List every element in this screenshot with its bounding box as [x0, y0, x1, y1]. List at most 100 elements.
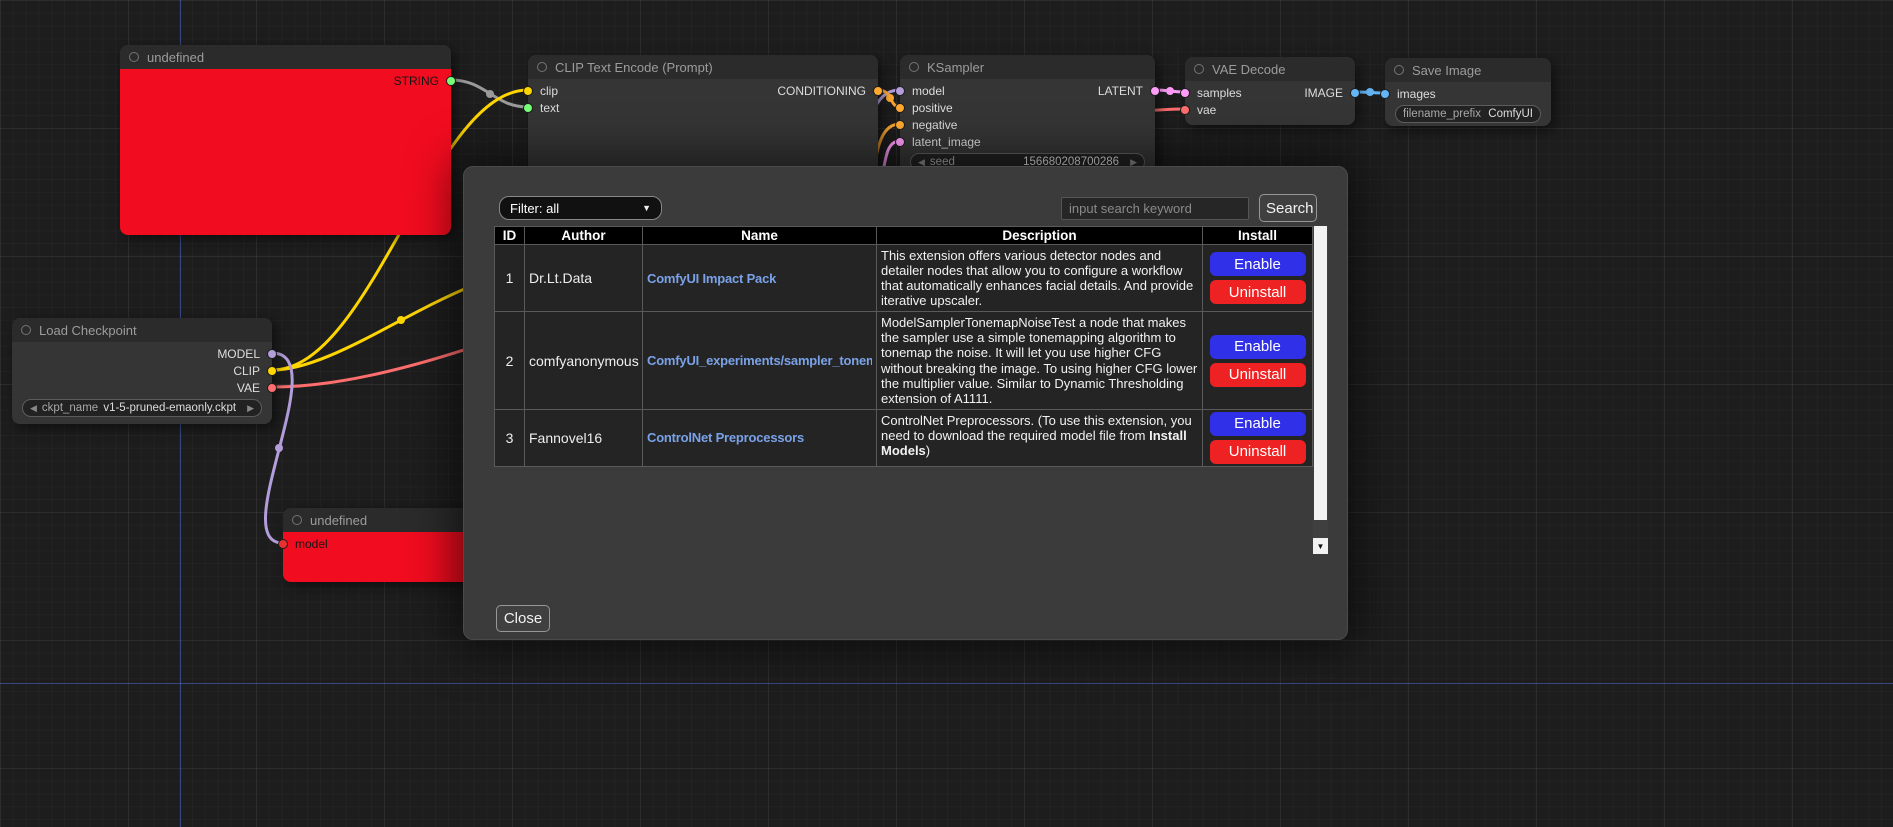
header-author: Author: [525, 227, 643, 245]
output-port-conditioning[interactable]: [873, 86, 883, 96]
node-title: CLIP Text Encode (Prompt): [555, 60, 713, 75]
prev-arrow-icon[interactable]: ◀: [30, 404, 37, 413]
link-midpoint-dot: [1366, 88, 1374, 96]
extension-link[interactable]: ComfyUI Impact Pack: [647, 271, 872, 286]
input-port-model[interactable]: [278, 539, 288, 549]
output-port-vae[interactable]: [267, 383, 277, 393]
filter-select-value: Filter: all: [510, 201, 559, 216]
node-title-bar[interactable]: CLIP Text Encode (Prompt): [528, 55, 878, 79]
ckpt-name-widget[interactable]: ◀ ckpt_name v1-5-pruned-emaonly.ckpt ▶: [22, 399, 262, 417]
description-text: ControlNet Preprocessors. (To use this e…: [881, 413, 1192, 443]
collapse-dot-icon[interactable]: [292, 515, 302, 525]
filename-prefix-label: filename_prefix: [1403, 108, 1481, 120]
node-body: images filename_prefix ComfyUI: [1385, 82, 1551, 126]
uninstall-button[interactable]: Uninstall: [1210, 280, 1306, 304]
node-title-bar[interactable]: VAE Decode: [1185, 57, 1355, 81]
cell-install: Enable Uninstall: [1203, 312, 1313, 409]
extension-link[interactable]: ComfyUI_experiments/sampler_tonemap: [647, 353, 872, 368]
cell-id: 1: [495, 245, 525, 312]
collapse-dot-icon[interactable]: [21, 325, 31, 335]
node-load-checkpoint[interactable]: Load Checkpoint MODEL CLIP VAE ◀ ckpt_na…: [12, 318, 272, 424]
cell-name: ComfyUI_experiments/sampler_tonemap: [643, 312, 877, 409]
description-suffix-text: ): [926, 443, 930, 458]
scroll-down-button[interactable]: ▼: [1313, 538, 1328, 554]
custom-nodes-table: ID Author Name Description Install 1 Dr.…: [494, 226, 1313, 467]
next-arrow-icon[interactable]: ▶: [247, 404, 254, 413]
output-label-image: IMAGE: [1304, 86, 1343, 100]
table-row: 3 Fannovel16 ControlNet Preprocessors Co…: [495, 409, 1313, 466]
enable-button[interactable]: Enable: [1210, 335, 1306, 359]
search-button[interactable]: Search: [1259, 194, 1317, 222]
enable-button[interactable]: Enable: [1210, 412, 1306, 436]
output-label-conditioning: CONDITIONING: [777, 84, 866, 98]
collapse-dot-icon[interactable]: [537, 62, 547, 72]
node-body: model: [283, 532, 479, 582]
input-port-text[interactable]: [523, 103, 533, 113]
node-title-bar[interactable]: KSampler: [900, 55, 1155, 79]
cell-description: ControlNet Preprocessors. (To use this e…: [877, 409, 1203, 466]
node-title: KSampler: [927, 60, 984, 75]
input-label-images: images: [1397, 87, 1436, 101]
cell-name: ComfyUI Impact Pack: [643, 245, 877, 312]
input-port-positive[interactable]: [895, 103, 905, 113]
input-label-samples: samples: [1197, 86, 1242, 100]
node-body: samples IMAGE vae: [1185, 81, 1355, 125]
input-port-images[interactable]: [1380, 89, 1390, 99]
output-port-latent[interactable]: [1150, 86, 1160, 96]
filename-prefix-widget[interactable]: filename_prefix ComfyUI: [1395, 105, 1541, 123]
node-save-image[interactable]: Save Image images filename_prefix ComfyU…: [1385, 58, 1551, 126]
uninstall-button[interactable]: Uninstall: [1210, 440, 1306, 464]
extension-link[interactable]: ControlNet Preprocessors: [647, 430, 872, 445]
scroll-down-icon: ▼: [1317, 542, 1325, 551]
enable-button[interactable]: Enable: [1210, 252, 1306, 276]
cell-description: ModelSamplerTonemapNoiseTest a node that…: [877, 312, 1203, 409]
input-port-vae[interactable]: [1180, 105, 1190, 115]
output-port-string[interactable]: [446, 76, 456, 86]
scrollbar-thumb[interactable]: [1314, 226, 1327, 520]
node-title-bar[interactable]: Load Checkpoint: [12, 318, 272, 342]
output-port-clip[interactable]: [267, 366, 277, 376]
chevron-down-icon: ▼: [642, 203, 651, 213]
link-midpoint-dot: [1166, 87, 1174, 95]
output-port-model[interactable]: [267, 349, 277, 359]
link-midpoint-dot: [397, 316, 405, 324]
cell-name: ControlNet Preprocessors: [643, 409, 877, 466]
cell-id: 2: [495, 312, 525, 409]
collapse-dot-icon[interactable]: [909, 62, 919, 72]
close-button[interactable]: Close: [496, 605, 550, 632]
input-port-negative[interactable]: [895, 120, 905, 130]
search-input[interactable]: [1061, 197, 1249, 220]
input-label-latent-image: latent_image: [912, 135, 981, 149]
node-vae-decode[interactable]: VAE Decode samples IMAGE vae: [1185, 57, 1355, 125]
collapse-dot-icon[interactable]: [1194, 64, 1204, 74]
input-port-model[interactable]: [895, 86, 905, 96]
node-title: Load Checkpoint: [39, 323, 137, 338]
header-id: ID: [495, 227, 525, 245]
filename-prefix-value[interactable]: ComfyUI: [1488, 108, 1533, 120]
input-label-clip: clip: [540, 84, 558, 98]
filter-select[interactable]: Filter: all ▼: [499, 196, 662, 220]
cell-author: Dr.Lt.Data: [525, 245, 643, 312]
input-label-positive: positive: [912, 101, 953, 115]
input-port-latent-image[interactable]: [895, 137, 905, 147]
input-label-negative: negative: [912, 118, 957, 132]
node-undefined-top[interactable]: undefined STRING: [120, 45, 451, 235]
output-label-clip: CLIP: [233, 364, 260, 378]
input-port-clip[interactable]: [523, 86, 533, 96]
node-title: undefined: [147, 50, 204, 65]
scrollbar[interactable]: ▼: [1313, 226, 1328, 554]
node-title-bar[interactable]: Save Image: [1385, 58, 1551, 82]
input-label-model: model: [295, 537, 328, 551]
cell-description: This extension offers various detector n…: [877, 245, 1203, 312]
ckpt-name-value[interactable]: v1-5-pruned-emaonly.ckpt: [103, 402, 236, 414]
uninstall-button[interactable]: Uninstall: [1210, 363, 1306, 387]
node-undefined-bottom[interactable]: undefined model: [283, 508, 479, 582]
node-body: STRING: [120, 69, 451, 235]
output-port-image[interactable]: [1350, 88, 1360, 98]
collapse-dot-icon[interactable]: [129, 52, 139, 62]
node-title-bar[interactable]: undefined: [120, 45, 451, 69]
node-title-bar[interactable]: undefined: [283, 508, 479, 532]
ckpt-name-label: ckpt_name: [42, 402, 98, 414]
collapse-dot-icon[interactable]: [1394, 65, 1404, 75]
input-port-samples[interactable]: [1180, 88, 1190, 98]
